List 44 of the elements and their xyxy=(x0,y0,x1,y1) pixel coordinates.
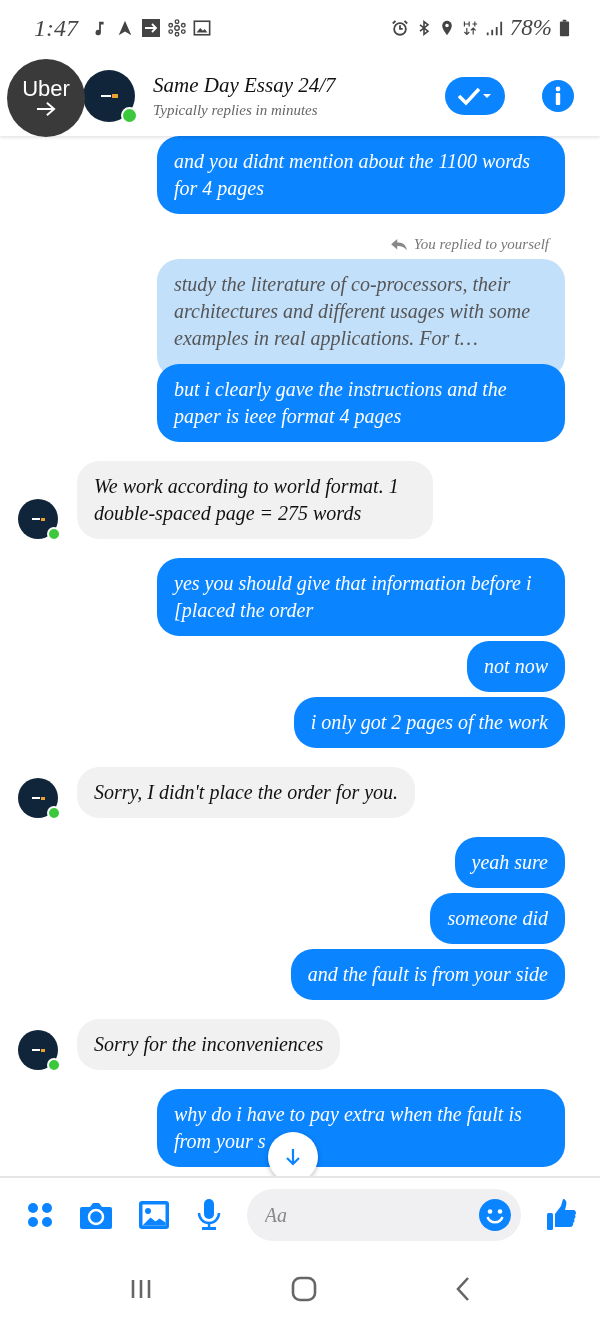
alarm-icon xyxy=(390,19,409,37)
sent-message: yes you should give that information before i [placed the order xyxy=(157,558,565,636)
sent-message: i only got 2 pages of the work xyxy=(293,697,565,748)
sent-message: why do i have to pay extra when the fault is from your s xyxy=(157,1089,565,1167)
logo-drawing xyxy=(31,1048,45,1052)
sent-message: and the fault is from your side xyxy=(290,949,565,1000)
received-message: We work according to world format. 1 double-spaced page = 275 words xyxy=(77,461,433,539)
contact-name: Same Day Essay 24/7 xyxy=(153,73,337,98)
battery-percent: 78% xyxy=(509,15,552,41)
reply-icon xyxy=(389,237,408,252)
check-menu-button[interactable] xyxy=(445,77,505,115)
arrow-right-icon xyxy=(35,100,57,118)
signal-icon xyxy=(484,19,503,37)
reply-time-note: Typically replies in minutes xyxy=(153,102,319,119)
arrow-down-icon xyxy=(283,1147,303,1167)
arrow-box-icon xyxy=(141,18,161,38)
sent-message: yeah sure xyxy=(454,837,565,888)
microphone-icon[interactable] xyxy=(195,1198,222,1232)
emoji-icon[interactable] xyxy=(478,1199,511,1231)
image-icon xyxy=(193,19,211,37)
sent-message: and you didnt mention about the 1100 words for 4 pages xyxy=(157,136,565,214)
camera-icon[interactable] xyxy=(79,1200,114,1230)
info-icon[interactable] xyxy=(542,80,574,112)
image-icon[interactable] xyxy=(138,1200,171,1230)
sent-message: but i clearly gave the instructions and the paper is ieee format 4 pages xyxy=(157,364,565,442)
home-icon[interactable] xyxy=(291,1275,317,1302)
contact-avatar[interactable] xyxy=(83,70,135,122)
sent-message: someone did xyxy=(430,893,565,944)
network-nodes-icon xyxy=(168,19,186,37)
back-icon[interactable] xyxy=(455,1275,471,1302)
thumbs-up-icon[interactable] xyxy=(545,1198,578,1232)
logo-drawing xyxy=(100,94,118,98)
navigation-arrow-icon xyxy=(116,19,134,37)
apps-grid-icon[interactable] xyxy=(26,1201,54,1229)
received-message: Sorry, I didn't place the order for you. xyxy=(77,767,416,818)
battery-icon xyxy=(559,18,570,38)
reply-note: You replied to yourself xyxy=(413,236,549,253)
logo-drawing xyxy=(31,796,45,800)
status-time: 1:47 xyxy=(34,14,78,42)
data-arrows-icon xyxy=(461,19,478,37)
sent-message: not now xyxy=(467,641,565,692)
received-message: Sorry for the inconveniences xyxy=(77,1019,341,1070)
logo-drawing xyxy=(31,517,45,521)
app-bubble-label: Uber xyxy=(22,78,70,100)
